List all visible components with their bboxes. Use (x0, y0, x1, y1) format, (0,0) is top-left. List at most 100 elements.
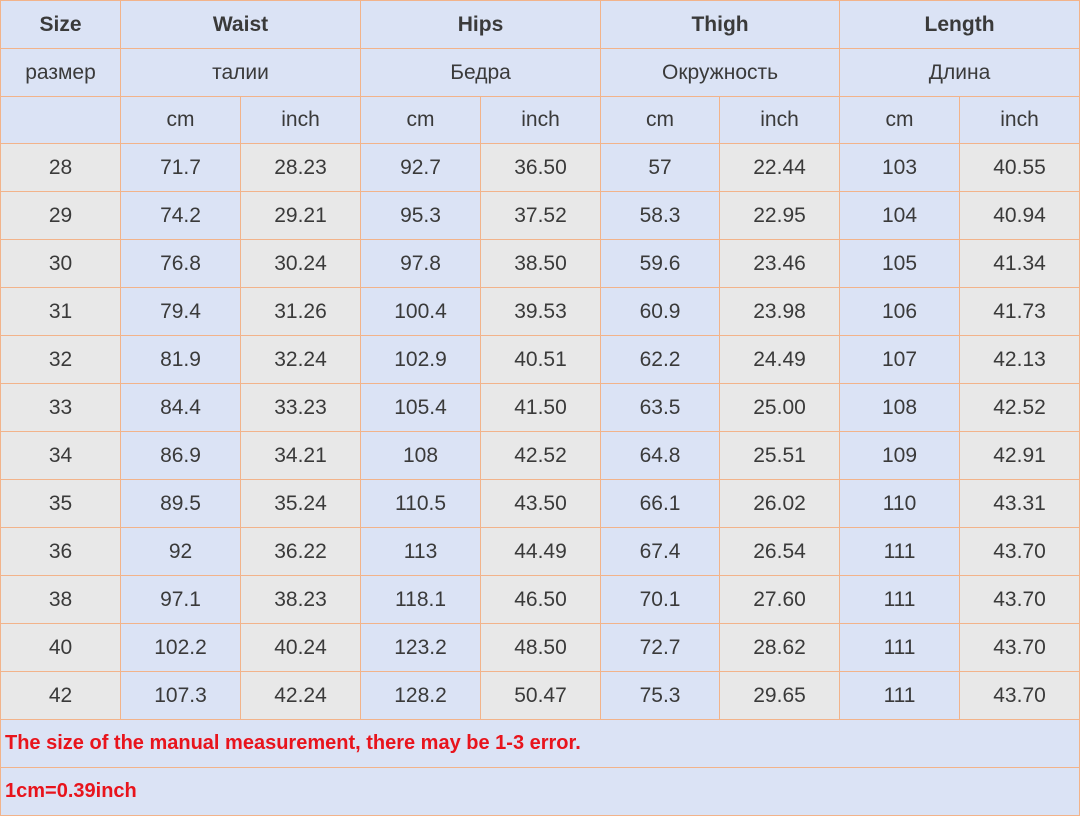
cell-hips-cm: 110.5 (360, 479, 482, 528)
cell-hips-cm: 113 (360, 527, 482, 576)
cell-waist-cm: 102.2 (120, 623, 241, 672)
cell-size: 30 (0, 239, 121, 288)
table-row: 36 92 36.22 113 44.49 67.4 26.54 111 43.70 (0, 527, 1080, 576)
cell-length-cm: 104 (839, 191, 961, 240)
table-row: 30 76.8 30.24 97.8 38.50 59.6 23.46 105 41.34 (0, 239, 1080, 288)
table-row: 28 71.7 28.23 92.7 36.50 57 22.44 103 40.55 (0, 143, 1080, 192)
cell-size: 33 (0, 383, 121, 432)
cell-waist-inch: 40.24 (239, 623, 362, 672)
cell-hips-inch: 38.50 (480, 239, 602, 288)
cell-length-inch: 41.73 (959, 287, 1080, 336)
cell-waist-cm: 71.7 (120, 143, 241, 192)
cell-hips-cm: 102.9 (360, 335, 482, 384)
cell-length-inch: 42.13 (959, 335, 1080, 384)
unit-inch: inch (719, 96, 841, 144)
cell-waist-cm: 76.8 (120, 239, 241, 288)
cell-hips-inch: 36.50 (480, 143, 602, 192)
cell-thigh-inch: 27.60 (719, 575, 841, 624)
header-length: Length (839, 0, 1080, 49)
cell-thigh-cm: 70.1 (600, 575, 721, 624)
cell-hips-cm: 92.7 (360, 143, 482, 192)
cell-waist-cm: 79.4 (120, 287, 241, 336)
size-chart-table: Size Waist Hips Thigh Length размер тали… (0, 0, 1080, 816)
cell-hips-cm: 118.1 (360, 575, 482, 624)
note-row: 1cm=0.39inch (0, 767, 1080, 816)
cell-length-inch: 42.52 (959, 383, 1080, 432)
cell-thigh-cm: 59.6 (600, 239, 721, 288)
cell-waist-inch: 35.24 (239, 479, 362, 528)
cell-length-inch: 43.31 (959, 479, 1080, 528)
cell-thigh-cm: 72.7 (600, 623, 721, 672)
cell-length-cm: 106 (839, 287, 961, 336)
cell-hips-cm: 95.3 (360, 191, 482, 240)
cell-size: 42 (0, 671, 121, 720)
cell-size: 34 (0, 431, 121, 480)
cell-waist-cm: 97.1 (120, 575, 241, 624)
cell-thigh-cm: 63.5 (600, 383, 721, 432)
measurement-error-note: The size of the manual measurement, ther… (0, 719, 1080, 768)
cell-length-cm: 110 (839, 479, 961, 528)
unit-row: cm inch cm inch cm inch cm inch (0, 96, 1080, 144)
table-row: 42 107.3 42.24 128.2 50.47 75.3 29.65 111 43.70 (0, 671, 1080, 720)
cell-thigh-inch: 23.46 (719, 239, 841, 288)
header-thigh-ru: Окружность (600, 48, 841, 97)
cell-length-cm: 111 (839, 527, 961, 576)
cell-size: 28 (0, 143, 121, 192)
cell-waist-cm: 86.9 (120, 431, 241, 480)
cell-length-cm: 111 (839, 575, 961, 624)
cell-length-cm: 111 (839, 623, 961, 672)
cell-length-inch: 43.70 (959, 575, 1080, 624)
cell-waist-inch: 31.26 (239, 287, 362, 336)
cell-waist-cm: 92 (120, 527, 241, 576)
cell-length-cm: 105 (839, 239, 961, 288)
table-row: 40 102.2 40.24 123.2 48.50 72.7 28.62 111 43.70 (0, 623, 1080, 672)
cell-waist-cm: 107.3 (120, 671, 241, 720)
table-row: 34 86.9 34.21 108 42.52 64.8 25.51 109 42.91 (0, 431, 1080, 480)
cell-hips-inch: 43.50 (480, 479, 602, 528)
cell-thigh-cm: 64.8 (600, 431, 721, 480)
header-waist-ru: талии (119, 48, 362, 97)
unit-inch: inch (959, 96, 1080, 144)
cell-hips-inch: 42.52 (480, 431, 602, 480)
table-row: 35 89.5 35.24 110.5 43.50 66.1 26.02 110 43.31 (0, 479, 1080, 528)
cell-waist-inch: 30.24 (239, 239, 362, 288)
cell-hips-cm: 105.4 (360, 383, 482, 432)
cell-thigh-cm: 60.9 (600, 287, 721, 336)
unit-inch: inch (239, 96, 362, 144)
cell-thigh-inch: 22.44 (719, 143, 841, 192)
cell-thigh-inch: 25.51 (719, 431, 841, 480)
cell-length-inch: 43.70 (959, 527, 1080, 576)
cell-thigh-inch: 23.98 (719, 287, 841, 336)
cell-waist-inch: 36.22 (239, 527, 362, 576)
cell-thigh-cm: 67.4 (600, 527, 721, 576)
unit-cell-empty (0, 96, 121, 144)
cell-size: 38 (0, 575, 121, 624)
cell-hips-inch: 44.49 (480, 527, 602, 576)
header-hips: Hips (360, 0, 602, 49)
table-row: 38 97.1 38.23 118.1 46.50 70.1 27.60 111 43.70 (0, 575, 1080, 624)
cell-length-cm: 103 (839, 143, 961, 192)
header-size: Size (0, 0, 121, 49)
cell-hips-inch: 40.51 (480, 335, 602, 384)
cell-length-inch: 43.70 (959, 671, 1080, 720)
cell-length-cm: 111 (839, 671, 961, 720)
cell-waist-inch: 32.24 (239, 335, 362, 384)
cell-waist-inch: 42.24 (239, 671, 362, 720)
cell-thigh-inch: 28.62 (719, 623, 841, 672)
conversion-note: 1cm=0.39inch (0, 767, 1080, 816)
unit-inch: inch (480, 96, 602, 144)
note-row: The size of the manual measurement, ther… (0, 719, 1080, 768)
cell-thigh-inch: 22.95 (719, 191, 841, 240)
cell-waist-cm: 74.2 (120, 191, 241, 240)
cell-hips-inch: 39.53 (480, 287, 602, 336)
cell-hips-cm: 123.2 (360, 623, 482, 672)
cell-length-inch: 40.94 (959, 191, 1080, 240)
cell-hips-inch: 50.47 (480, 671, 602, 720)
cell-thigh-inch: 25.00 (719, 383, 841, 432)
cell-waist-inch: 33.23 (239, 383, 362, 432)
cell-hips-inch: 37.52 (480, 191, 602, 240)
cell-waist-cm: 81.9 (120, 335, 241, 384)
cell-size: 36 (0, 527, 121, 576)
header-row: Size Waist Hips Thigh Length (0, 0, 1080, 49)
cell-length-inch: 43.70 (959, 623, 1080, 672)
